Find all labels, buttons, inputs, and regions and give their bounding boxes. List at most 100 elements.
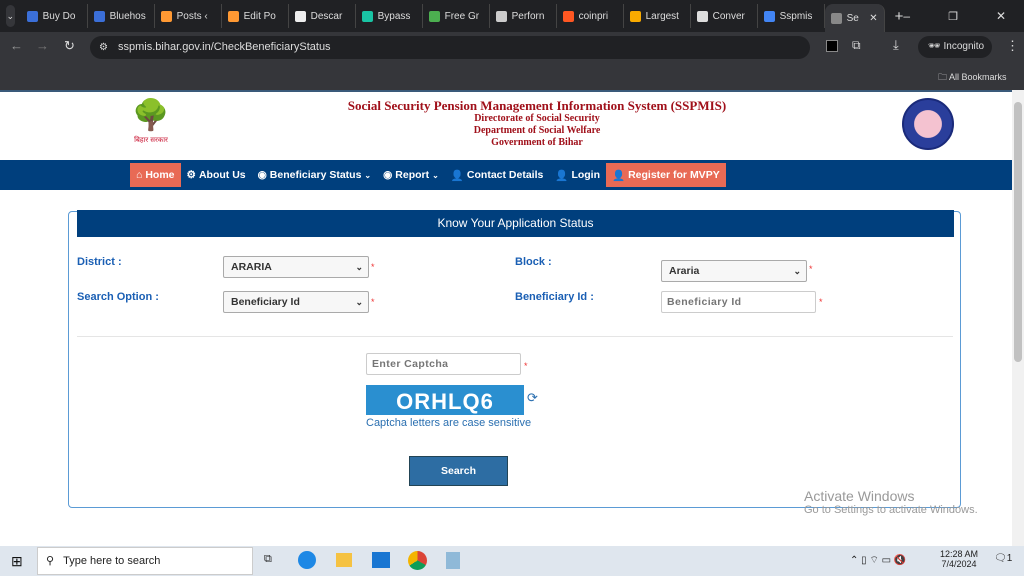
nav-beneficiary-status[interactable]: ◉ Beneficiary Status ⌄ bbox=[252, 160, 378, 190]
new-tab-button[interactable]: + bbox=[895, 8, 904, 25]
download-icon[interactable]: ⤓ bbox=[893, 37, 899, 53]
nav-label: Report bbox=[395, 169, 430, 181]
close-window-button[interactable]: ✕ bbox=[996, 9, 1006, 23]
tab-favicon-icon bbox=[562, 10, 574, 22]
browser-tab[interactable]: Edit Po bbox=[222, 4, 289, 28]
browser-tab[interactable]: Free Gr bbox=[423, 4, 490, 28]
chevron-down-icon: ⌄ bbox=[793, 266, 801, 276]
captcha-note: Captcha letters are case sensitive bbox=[366, 417, 532, 429]
required-marker: * bbox=[371, 297, 375, 307]
tab-label: Conver bbox=[712, 10, 745, 22]
all-bookmarks[interactable]: 🗀 All Bookmarks bbox=[938, 70, 1007, 86]
divider bbox=[77, 336, 953, 337]
nav-login[interactable]: 👤 Login bbox=[549, 160, 606, 190]
department-emblem bbox=[902, 98, 954, 150]
beneficiary-id-input[interactable] bbox=[661, 291, 816, 313]
nav-home[interactable]: ⌂ Home bbox=[130, 163, 181, 187]
browser-tab[interactable]: Perforn bbox=[490, 4, 557, 28]
nav-about-us[interactable]: ⚙ About Us bbox=[181, 160, 252, 190]
close-tab-icon[interactable]: ✕ bbox=[869, 13, 877, 24]
back-icon[interactable]: ← bbox=[10, 38, 23, 53]
nav-icon: 👤 bbox=[612, 169, 626, 182]
browser-tab[interactable]: coinpri bbox=[557, 4, 624, 28]
browser-tab[interactable]: Conver bbox=[691, 4, 758, 28]
tab-label: Sspmis bbox=[779, 10, 813, 22]
extension-icon[interactable] bbox=[826, 40, 838, 52]
nav-label: Login bbox=[571, 169, 601, 181]
search-option-value: Beneficiary Id bbox=[231, 296, 300, 308]
file-explorer-icon[interactable] bbox=[336, 553, 352, 567]
browser-tab[interactable]: Bypass bbox=[356, 4, 423, 28]
tab-favicon-icon bbox=[227, 10, 239, 22]
nav-report[interactable]: ◉ Report ⌄ bbox=[377, 160, 445, 190]
block-select[interactable]: Araria ⌄ bbox=[661, 260, 807, 282]
url-text: sspmis.bihar.gov.in/CheckBeneficiaryStat… bbox=[118, 41, 331, 53]
browser-tab[interactable]: Sspmis bbox=[758, 4, 825, 28]
task-view-icon[interactable]: ⧉ bbox=[264, 553, 272, 566]
refresh-captcha-icon[interactable]: ⟳ bbox=[527, 390, 538, 406]
tab-label: Edit Po bbox=[243, 10, 276, 22]
browser-tab[interactable]: Buy Do bbox=[21, 4, 88, 28]
tab-favicon-icon bbox=[696, 10, 708, 22]
nav-label: Contact Details bbox=[466, 169, 544, 181]
beneficiary-id-label: Beneficiary Id : bbox=[515, 291, 594, 303]
nav-icon: ◉ bbox=[383, 169, 393, 181]
form-title: Know Your Application Status bbox=[77, 210, 954, 237]
nav-icon: ⌂ bbox=[136, 169, 143, 181]
menu-icon[interactable]: ⋮ bbox=[1006, 38, 1019, 54]
main-nav: ⌂ Home ⚙ About Us ◉ Beneficiary Status ⌄ ◉ Repor… bbox=[0, 160, 1012, 190]
nav-contact-details[interactable]: 👤 Contact Details bbox=[445, 160, 550, 190]
logo-text: बिहार सरकार bbox=[134, 137, 168, 144]
site-header: 🌳 बिहार सरकार Social Security Pension Man… bbox=[0, 90, 1012, 160]
system-tray-icons[interactable]: ⌃ ▯ ⌔ ▭ 🔇 bbox=[850, 554, 906, 567]
tab-label: Bluehos bbox=[109, 10, 146, 22]
tab-search-button[interactable]: ⌄ bbox=[6, 5, 15, 27]
browser-tab[interactable]: Se ✕ bbox=[824, 4, 885, 32]
activate-windows-watermark: Activate Windows Go to Settings to activ… bbox=[804, 488, 978, 516]
watermark-subtitle: Go to Settings to activate Windows. bbox=[804, 504, 978, 516]
browser-tab[interactable]: Largest bbox=[624, 4, 691, 28]
bihar-govt-logo: 🌳 बिहार सरकार bbox=[128, 96, 174, 152]
tab-label: Buy Do bbox=[42, 10, 76, 22]
extensions-puzzle-icon[interactable]: ⧉ bbox=[852, 38, 861, 53]
required-marker: * bbox=[809, 264, 813, 274]
taskbar: ⊞ ⚲ Type here to search ⧉ ⌃ ▯ ⌔ ▭ 🔇 12:2… bbox=[0, 546, 1024, 576]
notification-icon[interactable]: 🗨1 bbox=[994, 553, 1012, 564]
tab-favicon-icon bbox=[830, 12, 842, 24]
browser-tab[interactable]: Bluehos bbox=[88, 4, 155, 28]
chrome-icon[interactable] bbox=[408, 551, 427, 570]
minimize-button[interactable]: – bbox=[903, 9, 910, 23]
windows-start-icon[interactable]: ⊞ bbox=[11, 553, 23, 570]
search-button[interactable]: Search bbox=[409, 456, 508, 486]
clock[interactable]: 12:28 AM 7/4/2024 bbox=[940, 549, 978, 569]
browser-tab[interactable]: Posts ‹ bbox=[155, 4, 222, 28]
edge-icon[interactable] bbox=[298, 551, 316, 569]
nav-register-for-mvpy[interactable]: 👤 Register for MVPY bbox=[606, 163, 726, 187]
site-title: Social Security Pension Management Infor… bbox=[347, 98, 727, 113]
nav-label: Register for MVPY bbox=[628, 169, 720, 181]
app-icon[interactable] bbox=[446, 552, 460, 569]
district-label: District : bbox=[77, 256, 122, 268]
address-bar[interactable]: ⚙ sspmis.bihar.gov.in/CheckBeneficiarySta… bbox=[90, 36, 810, 59]
forward-icon[interactable]: → bbox=[36, 38, 49, 53]
search-option-select[interactable]: Beneficiary Id ⌄ bbox=[223, 291, 369, 313]
captcha-input[interactable] bbox=[366, 353, 521, 375]
site-info-icon[interactable]: ⚙ bbox=[99, 36, 108, 59]
reload-icon[interactable]: ↻ bbox=[64, 38, 75, 54]
scrollbar-thumb[interactable] bbox=[1014, 102, 1022, 362]
mail-icon[interactable] bbox=[372, 552, 390, 568]
scrollbar[interactable] bbox=[1012, 90, 1024, 546]
district-select[interactable]: ARARIA ⌄ bbox=[223, 256, 369, 278]
tab-favicon-icon bbox=[93, 10, 105, 22]
restore-button[interactable]: ❐ bbox=[948, 10, 958, 23]
taskbar-search[interactable]: ⚲ Type here to search bbox=[37, 547, 253, 575]
tab-label: Se bbox=[846, 12, 859, 24]
browser-tab[interactable]: Descar bbox=[289, 4, 356, 28]
notification-count: 1 bbox=[1006, 553, 1013, 564]
tab-favicon-icon bbox=[361, 10, 373, 22]
incognito-badge[interactable]: 🕶 Incognito bbox=[918, 36, 992, 58]
tab-label: Descar bbox=[310, 10, 343, 22]
captcha-image: ORHLQ6 bbox=[366, 385, 524, 415]
government-text: Government of Bihar bbox=[491, 137, 583, 148]
search-option-label: Search Option : bbox=[77, 291, 159, 303]
